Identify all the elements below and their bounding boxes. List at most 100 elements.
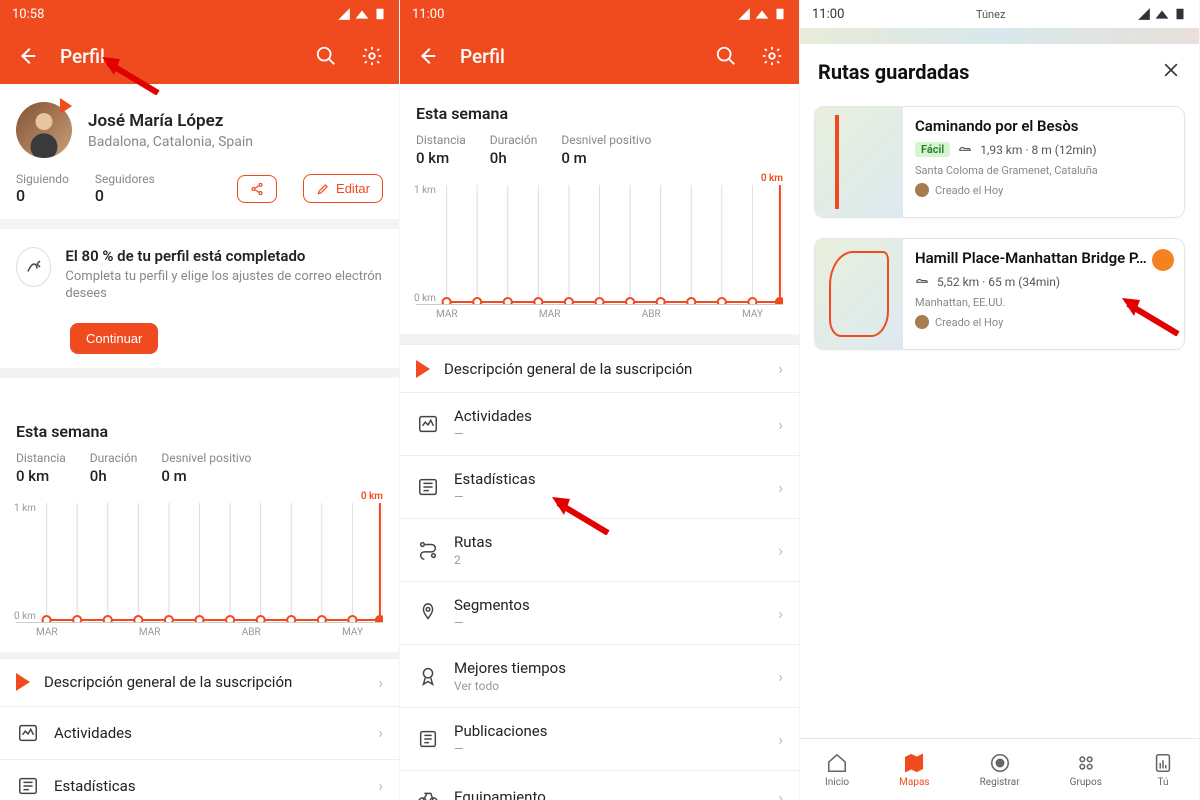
- route-card[interactable]: Caminando por el Besòs Fácil 1,93 km · 8…: [814, 106, 1185, 218]
- chevron-right-icon: ›: [378, 723, 383, 742]
- followers-stat[interactable]: Seguidores 0: [95, 172, 155, 205]
- chevron-accent-icon: [416, 360, 430, 378]
- row-activities[interactable]: Actividades ›: [0, 707, 399, 760]
- content[interactable]: José María López Badalona, Catalonia, Sp…: [0, 84, 399, 800]
- row-gear[interactable]: Equipamiento ›: [400, 771, 799, 800]
- this-week-section: Esta semana Distancia0 km Duración0h Des…: [0, 408, 399, 652]
- edit-button[interactable]: Editar: [303, 174, 383, 203]
- following-stat[interactable]: Siguiendo 0: [16, 172, 69, 205]
- chevron-accent-icon: [16, 673, 30, 691]
- row-routes[interactable]: Rutas2 ›: [400, 519, 799, 582]
- chevron-right-icon: ›: [378, 776, 383, 795]
- status-time: 11:00: [412, 7, 444, 22]
- nav-groups[interactable]: Grupos: [1070, 752, 1102, 788]
- profile-completion: El 80 % de tu perfil está completado Com…: [0, 229, 399, 313]
- status-bar: 10:58: [0, 0, 399, 28]
- status-icons: [737, 7, 787, 21]
- back-icon[interactable]: [414, 43, 440, 69]
- user-name: José María López: [88, 111, 253, 131]
- back-icon[interactable]: [14, 43, 40, 69]
- nav-record[interactable]: Registrar: [980, 752, 1020, 788]
- status-bar: 11:00: [400, 0, 799, 28]
- search-icon[interactable]: [713, 43, 739, 69]
- sheet-header: Rutas guardadas: [800, 44, 1199, 96]
- chevron-right-icon: ›: [778, 667, 783, 686]
- row-stats[interactable]: Estadísticas ›: [0, 760, 399, 800]
- activities-icon: [16, 721, 40, 745]
- route-author: Creado el Hoy: [915, 183, 1172, 197]
- difficulty-badge: Fácil: [915, 142, 950, 157]
- page-title: Perfil: [460, 45, 505, 68]
- route-author: Creado el Hoy: [915, 315, 1172, 329]
- chevron-decor-icon: [60, 98, 72, 114]
- close-icon[interactable]: [1161, 60, 1181, 84]
- status-icons: [1137, 7, 1187, 21]
- search-icon[interactable]: [313, 43, 339, 69]
- route-name: Hamill Place-Manhattan Bridge P…: [915, 249, 1172, 267]
- nav-maps[interactable]: Mapas: [899, 752, 929, 788]
- status-time: 11:00: [812, 7, 844, 22]
- continue-button[interactable]: Continuar: [70, 323, 158, 354]
- route-location: Manhattan, EE.UU.: [915, 296, 1172, 309]
- chevron-right-icon: ›: [778, 604, 783, 623]
- gear-icon[interactable]: [759, 43, 785, 69]
- distance-chart: 0 km 1 km 0 km: [16, 503, 383, 623]
- row-posts[interactable]: Publicaciones— ›: [400, 708, 799, 771]
- route-thumbnail: [815, 239, 903, 349]
- row-best-times[interactable]: Mejores tiemposVer todo ›: [400, 645, 799, 708]
- author-avatar-icon: [915, 315, 929, 329]
- app-bar: Perfil: [0, 28, 399, 84]
- route-location: Santa Coloma de Gramenet, Cataluña: [915, 164, 1172, 177]
- nav-home[interactable]: Inicio: [825, 752, 849, 788]
- screen-profile-1: 10:58 Perfil José María López Badalona, …: [0, 0, 400, 800]
- app-bar: Perfil: [400, 28, 799, 84]
- routes-icon: [416, 538, 440, 562]
- route-name: Caminando por el Besòs: [915, 117, 1172, 135]
- author-avatar-icon: [915, 183, 929, 197]
- activities-icon: [416, 412, 440, 436]
- row-activities[interactable]: Actividades— ›: [400, 393, 799, 456]
- segments-icon: [416, 601, 440, 625]
- content[interactable]: Esta semana Distancia0 km Duración0h Des…: [400, 84, 799, 800]
- row-stats[interactable]: Estadísticas— ›: [400, 456, 799, 519]
- this-week-section: Esta semana Distancia0 km Duración0h Des…: [400, 84, 799, 334]
- chevron-right-icon: ›: [778, 788, 783, 800]
- bike-icon: [416, 785, 440, 800]
- sheet-title: Rutas guardadas: [818, 60, 1161, 84]
- map-location-label: Túnez: [976, 8, 1005, 21]
- row-segments[interactable]: Segmentos— ›: [400, 582, 799, 645]
- map-peek: [800, 28, 1199, 44]
- status-time: 10:58: [12, 7, 44, 22]
- row-subscription[interactable]: Descripción general de la suscripción ›: [0, 658, 399, 707]
- nav-you[interactable]: Tú: [1152, 752, 1174, 788]
- stats-icon: [416, 475, 440, 499]
- completion-subtitle: Completa tu perfil y elige los ajustes d…: [65, 269, 383, 303]
- status-bar: 11:00 Túnez: [800, 0, 1199, 28]
- download-icon[interactable]: [1152, 249, 1174, 271]
- chevron-right-icon: ›: [378, 673, 383, 692]
- route-thumbnail: [815, 107, 903, 217]
- user-location: Badalona, Catalonia, Spain: [88, 134, 253, 150]
- route-card[interactable]: Hamill Place-Manhattan Bridge P… 5,52 km…: [814, 238, 1185, 350]
- screen-saved-routes: 11:00 Túnez Rutas guardadas Caminando po…: [800, 0, 1200, 800]
- completion-title: El 80 % de tu perfil está completado: [65, 247, 383, 265]
- chevron-right-icon: ›: [778, 359, 783, 378]
- stats-icon: [16, 774, 40, 798]
- status-icons: [337, 7, 387, 21]
- share-button[interactable]: [237, 175, 277, 203]
- distance-chart: 0 km 1 km 0 km: [416, 185, 783, 305]
- chevron-right-icon: ›: [778, 730, 783, 749]
- chevron-right-icon: ›: [778, 541, 783, 560]
- row-subscription[interactable]: Descripción general de la suscripción ›: [400, 344, 799, 393]
- chevron-right-icon: ›: [778, 478, 783, 497]
- shoe-icon: [958, 141, 972, 158]
- screen-profile-2: 11:00 Perfil Esta semana Distancia0 km D…: [400, 0, 800, 800]
- shoe-icon: [915, 273, 929, 290]
- page-title: Perfil: [60, 45, 105, 68]
- profile-header: José María López Badalona, Catalonia, Sp…: [0, 84, 399, 168]
- posts-icon: [416, 727, 440, 751]
- progress-icon: [16, 247, 51, 287]
- gear-icon[interactable]: [359, 43, 385, 69]
- bottom-nav: Inicio Mapas Registrar Grupos Tú: [800, 738, 1199, 800]
- medal-icon: [416, 664, 440, 688]
